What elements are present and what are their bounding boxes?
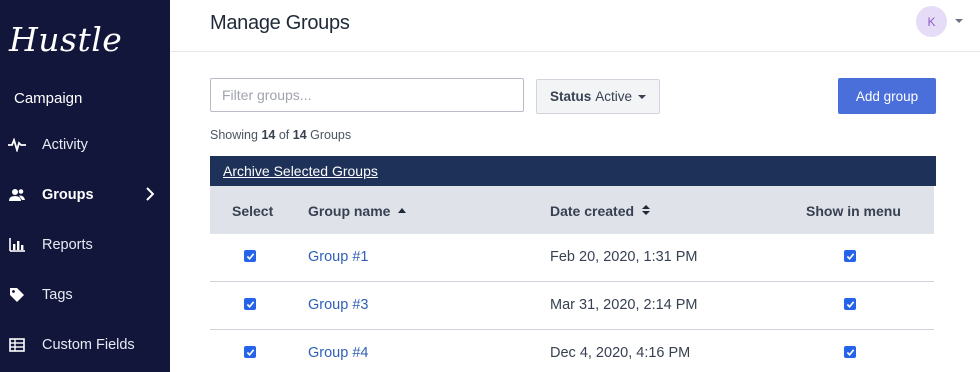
- sidebar-item-custom-fields[interactable]: Custom Fields: [0, 325, 170, 365]
- table-icon: [8, 336, 26, 354]
- column-header-date-created[interactable]: Date created: [550, 203, 651, 219]
- page-header: Manage Groups K: [170, 0, 980, 52]
- sort-icon: [642, 205, 651, 216]
- group-name-link[interactable]: Group #1: [308, 249, 368, 265]
- sidebar-item-reports[interactable]: Reports: [0, 225, 170, 265]
- column-header-select: Select: [232, 203, 274, 219]
- sidebar-item-label: Tags: [42, 287, 73, 303]
- select-checkbox[interactable]: [244, 346, 256, 358]
- bar-chart-icon: [8, 236, 26, 254]
- archive-selected-groups-link[interactable]: Archive Selected Groups: [223, 163, 378, 179]
- column-header-label: Group name: [308, 203, 391, 219]
- sidebar-item-tags[interactable]: Tags: [0, 275, 170, 315]
- filter-groups-input[interactable]: [210, 78, 524, 112]
- activity-icon: [8, 136, 26, 154]
- page-title: Manage Groups: [210, 12, 350, 34]
- select-checkbox[interactable]: [244, 250, 256, 262]
- date-created: Mar 31, 2020, 2:14 PM: [550, 297, 698, 313]
- tag-icon: [8, 286, 26, 304]
- sidebar-item-label: Custom Fields: [42, 337, 135, 353]
- summary-of: of: [278, 128, 290, 142]
- show-in-menu-checkbox[interactable]: [844, 250, 856, 262]
- sort-ascending-icon: [398, 208, 407, 213]
- status-filter-value: Active: [595, 89, 633, 104]
- status-filter-label: Status: [549, 89, 592, 104]
- app-logo[interactable]: Hustle: [9, 20, 122, 59]
- column-header-group-name[interactable]: Group name: [308, 203, 407, 219]
- sidebar-item-activity[interactable]: Activity: [0, 125, 170, 165]
- sidebar-item-label: Groups: [42, 187, 94, 203]
- groups-count-summary: Showing 14 of 14 Groups: [210, 128, 351, 142]
- table-header: Select Group name Date created Show in m…: [210, 186, 934, 234]
- status-filter-dropdown[interactable]: Status Active: [536, 79, 660, 114]
- add-group-button[interactable]: Add group: [838, 78, 936, 114]
- users-icon: [8, 186, 26, 204]
- show-in-menu-checkbox[interactable]: [844, 298, 856, 310]
- column-header-label: Date created: [550, 203, 635, 219]
- avatar[interactable]: K: [916, 6, 947, 37]
- summary-prefix: Showing: [210, 128, 258, 142]
- table-row: Group #3 Mar 31, 2020, 2:14 PM: [210, 282, 934, 330]
- sidebar: Hustle Campaign Activity Groups Reports …: [0, 0, 170, 372]
- select-checkbox[interactable]: [244, 298, 256, 310]
- sidebar-section-title: Campaign: [14, 90, 83, 107]
- table-row: Group #4 Dec 4, 2020, 4:16 PM: [210, 330, 934, 372]
- table-row: Group #1 Feb 20, 2020, 1:31 PM: [210, 234, 934, 282]
- date-created: Feb 20, 2020, 1:31 PM: [550, 249, 698, 265]
- caret-down-icon[interactable]: [955, 19, 963, 23]
- caret-down-icon: [638, 94, 647, 99]
- sidebar-item-groups[interactable]: Groups: [0, 175, 170, 215]
- group-name-link[interactable]: Group #3: [308, 297, 368, 313]
- summary-suffix: Groups: [310, 128, 352, 142]
- sidebar-item-label: Reports: [42, 237, 93, 253]
- group-name-link[interactable]: Group #4: [308, 345, 368, 361]
- show-in-menu-checkbox[interactable]: [844, 346, 856, 358]
- column-header-show-in-menu: Show in menu: [806, 203, 901, 219]
- chevron-right-icon: [146, 187, 155, 206]
- bulk-actions-bar: Archive Selected Groups: [210, 156, 936, 186]
- summary-shown-count: 14: [261, 128, 276, 142]
- date-created: Dec 4, 2020, 4:16 PM: [550, 345, 691, 361]
- summary-total-count: 14: [292, 128, 307, 142]
- sidebar-item-label: Activity: [42, 137, 88, 153]
